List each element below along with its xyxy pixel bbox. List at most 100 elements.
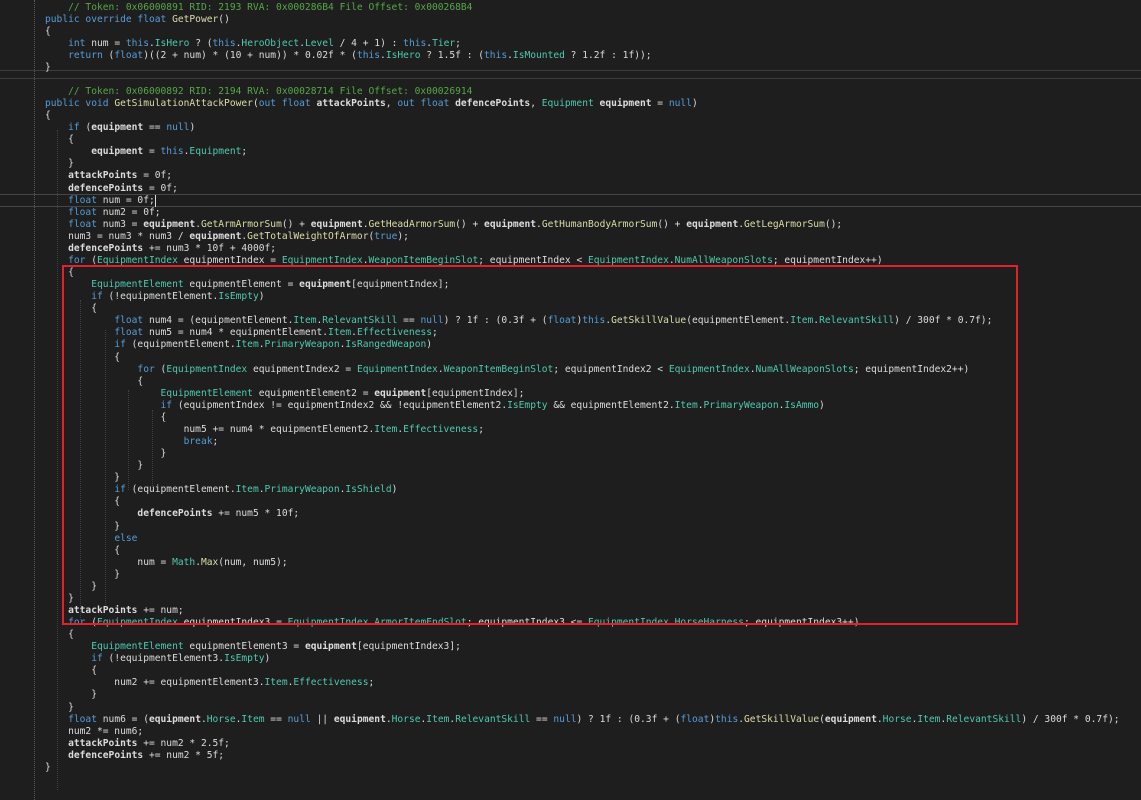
code-token: Item: [426, 713, 450, 725]
code-token: equipment: [304, 641, 357, 653]
code-token: float: [68, 218, 97, 230]
code-token: IsEmpty: [224, 653, 265, 665]
code-token: if: [91, 653, 103, 665]
code-token: null: [166, 122, 190, 134]
code-token: GetPower: [172, 13, 219, 25]
code-token: GetTotalWeightOfArmor: [247, 230, 369, 242]
code-token: }: [45, 701, 74, 713]
code-token: ==: [143, 122, 167, 134]
code-token: ;: [455, 37, 461, 49]
code-line[interactable]: }: [45, 761, 1141, 775]
code-token: float: [68, 713, 97, 725]
code-token: if: [68, 122, 80, 134]
code-editor[interactable]: // Token: 0x06000891 RID: 2193 RVA: 0x00…: [0, 0, 1141, 800]
code-token: () +: [455, 218, 485, 230]
code-token: ): [189, 122, 196, 134]
code-token: equipment: [148, 713, 201, 725]
code-token: defencePoints: [68, 242, 144, 254]
code-token: () +: [657, 218, 687, 230]
code-token: [equipmentIndex3];: [356, 641, 461, 653]
code-token: ? (: [189, 37, 213, 49]
code-token: (!equipmentElement3.: [102, 653, 225, 665]
code-token: equipment: [333, 713, 386, 725]
code-token: += num2 * 2.5f;: [137, 737, 230, 749]
code-token: Horse: [391, 713, 421, 725]
fold-indicator-line: [34, 0, 36, 800]
code-token: equipment: [824, 713, 877, 725]
red-highlight-box: [62, 265, 1018, 625]
code-token: EquipmentElement: [91, 641, 184, 653]
code-token: Effectiveness: [293, 677, 369, 689]
editor-gutter: [0, 0, 30, 800]
code-token: this: [125, 37, 149, 49]
code-token: ==: [530, 713, 554, 725]
code-token: this: [715, 713, 739, 725]
code-token: equipmentElement3 =: [183, 641, 305, 653]
code-token: equipment: [310, 218, 363, 230]
code-token: ==: [264, 713, 288, 725]
code-token: Equipment: [541, 98, 594, 110]
code-token: float: [114, 49, 144, 61]
code-token: defencePoints: [449, 98, 531, 110]
code-token: num2 *= num6;: [45, 725, 144, 737]
code-token: RelevantSkill: [455, 713, 531, 725]
code-token: }: [45, 689, 97, 701]
code-token: equipment: [593, 98, 652, 110]
code-token: );: [397, 230, 409, 242]
code-token: {: [45, 110, 51, 122]
code-token: out float: [258, 98, 311, 110]
code-token: num2 = 0f;: [97, 206, 161, 218]
code-token: ): [691, 98, 698, 110]
code-token: num3 =: [97, 218, 144, 230]
code-token: equipment: [686, 218, 739, 230]
code-token: true: [374, 230, 398, 242]
code-token: IsMounted: [512, 49, 565, 61]
code-token: Item: [917, 713, 941, 725]
code-token: ||: [310, 713, 334, 725]
code-token: attackPoints: [68, 737, 138, 749]
code-token: equipment: [91, 122, 144, 134]
code-token: equipment: [143, 218, 196, 230]
code-token: equipment: [189, 230, 242, 242]
code-token: (: [79, 122, 92, 134]
code-token: float: [68, 206, 97, 218]
indent-guide: [57, 130, 58, 790]
code-token: =: [143, 146, 161, 158]
code-token: ();: [824, 218, 843, 230]
code-token: float: [680, 713, 710, 725]
code-token: HeroObject: [241, 37, 300, 49]
code-token: GetLegArmorSum: [744, 218, 825, 230]
code-token: defencePoints: [68, 749, 144, 761]
code-token: Item: [264, 677, 288, 689]
code-token: ) ? 1f : (0.3f + (: [576, 713, 681, 725]
code-token: IsHero: [385, 49, 421, 61]
code-token: public void: [45, 98, 115, 110]
code-token: += num3 * 10f + 4000f;: [143, 242, 277, 254]
code-token: // Token: 0x06000891 RID: 2193 RVA: 0x00…: [45, 1, 473, 13]
code-token: out float: [397, 98, 450, 110]
code-token: GetArmArmorSum: [200, 218, 282, 230]
code-token: IsHero: [154, 37, 190, 49]
code-token: null: [553, 713, 577, 725]
code-token: ,: [385, 98, 398, 110]
code-token: ): [264, 653, 271, 665]
code-token: {: [45, 134, 74, 146]
code-token: GetSkillValue: [744, 713, 820, 725]
code-token: GetHeadArmorSum: [368, 218, 456, 230]
code-token: }: [45, 761, 51, 773]
code-token: // Token: 0x06000892 RID: 2194 RVA: 0x00…: [45, 85, 473, 97]
code-token: RelevantSkill: [946, 713, 1022, 725]
code-token: Equipment: [189, 146, 242, 158]
code-token: += num2 * 5f;: [143, 749, 225, 761]
code-token: Tier: [432, 37, 456, 49]
code-token: equipment: [484, 218, 537, 230]
code-token: this: [484, 49, 508, 61]
code-token: Horse: [882, 713, 912, 725]
code-token: GetSimulationAttackPower: [114, 98, 253, 110]
current-line-highlight: [0, 193, 1141, 208]
code-token: num =: [85, 37, 126, 49]
